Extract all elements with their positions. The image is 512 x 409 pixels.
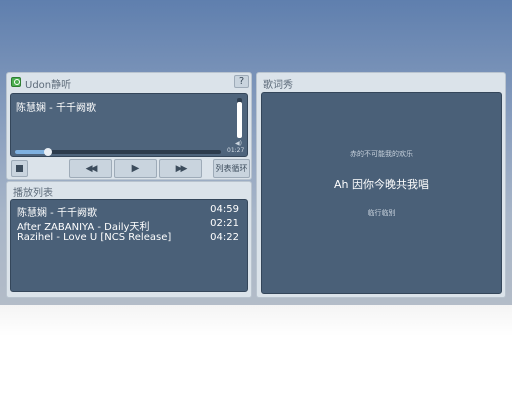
- playlist-item[interactable]: Razihel - Love U [NCS Release] 04:22: [17, 232, 241, 246]
- progress-handle[interactable]: [43, 148, 52, 156]
- playlist-title: 播放列表: [13, 188, 53, 199]
- ground-floor: [0, 305, 512, 409]
- volume-fill: [237, 102, 242, 138]
- playlist-item-title: 陈慧娴 - 千千阙歌: [17, 208, 97, 219]
- next-button[interactable]: ▶▶: [159, 159, 202, 178]
- speaker-icon: ◀): [235, 140, 242, 147]
- playlist-item-title: Razihel - Love U [NCS Release]: [17, 232, 172, 243]
- lyrics-panel: 歌词秀 赤的不可能我的欢乐 Ah 因你今晚共我唱 临行临别: [256, 72, 506, 298]
- lyrics-prev-line: 赤的不可能我的欢乐: [350, 150, 413, 158]
- player-panel: Udon静听 ? 陈慧娴 - 千千阙歌 ◀) 01:27 ◀◀ ▶ ▶▶ 列表循…: [6, 72, 252, 180]
- playlist-item-duration: 04:59: [210, 204, 239, 215]
- volume-slider[interactable]: [237, 98, 242, 138]
- playlist-item-duration: 04:22: [210, 232, 239, 243]
- help-label: ?: [238, 76, 245, 87]
- progress-track[interactable]: [15, 148, 221, 156]
- loop-mode-button[interactable]: 列表循环: [213, 159, 250, 178]
- playlist-item[interactable]: 陈慧娴 - 千千阙歌 04:59: [17, 204, 241, 219]
- fast-forward-icon: ▶▶: [175, 163, 188, 174]
- lyrics-display: 赤的不可能我的欢乐 Ah 因你今晚共我唱 临行临别: [261, 92, 502, 294]
- lyrics-next-line: 临行临别: [367, 209, 396, 217]
- playlist-item-duration: 02:21: [210, 218, 239, 229]
- loop-mode-label: 列表循环: [215, 164, 248, 173]
- app-title: Udon静听: [25, 80, 72, 91]
- stop-button[interactable]: [11, 160, 28, 177]
- playlist-item[interactable]: After ZABANIYA - Daily天利 02:21: [17, 218, 241, 233]
- now-playing-display: 陈慧娴 - 千千阙歌 ◀) 01:27: [10, 93, 248, 157]
- now-playing-title: 陈慧娴 - 千千阙歌: [16, 103, 96, 114]
- previous-button[interactable]: ◀◀: [69, 159, 112, 178]
- app-logo-icon: [11, 77, 21, 87]
- play-icon: ▶: [131, 163, 140, 174]
- rewind-icon: ◀◀: [85, 163, 98, 174]
- stop-icon: [16, 165, 23, 172]
- playlist-item-title: After ZABANIYA - Daily天利: [17, 222, 150, 233]
- playlist-list: 陈慧娴 - 千千阙歌 04:59 After ZABANIYA - Daily天…: [10, 199, 248, 292]
- playback-time: 01:27: [227, 147, 245, 154]
- lyrics-title: 歌词秀: [263, 80, 293, 91]
- lyrics-current-line: Ah 因你今晚共我唱: [334, 178, 429, 191]
- help-button[interactable]: ?: [234, 75, 249, 88]
- play-button[interactable]: ▶: [114, 159, 157, 178]
- playlist-panel: 播放列表 陈慧娴 - 千千阙歌 04:59 After ZABANIYA - D…: [6, 181, 252, 298]
